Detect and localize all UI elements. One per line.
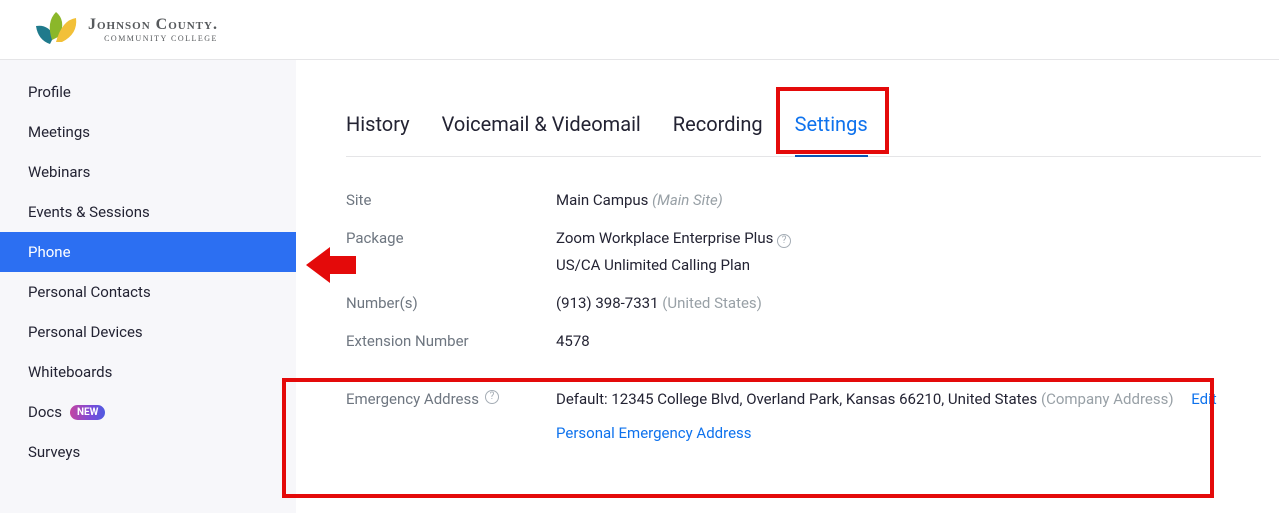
sidebar-item-label: Personal Devices [28,323,143,341]
sidebar-item-label: Profile [28,83,71,101]
logo-title: Johnson County. [88,17,218,33]
sidebar-item-personal-devices[interactable]: Personal Devices [0,312,296,352]
number-region: (United States) [662,294,762,312]
package-plan: Zoom Workplace Enterprise Plus [556,229,773,247]
annotation-arrow-icon [306,244,356,286]
sidebar-item-label: Surveys [28,443,80,461]
logo[interactable]: Johnson County. COMMUNITY COLLEGE [28,10,218,50]
tab-recording[interactable]: Recording [673,104,763,156]
sidebar-item-label: Phone [28,243,71,261]
sidebar-item-profile[interactable]: Profile [0,72,296,112]
sidebar: Profile Meetings Webinars Events & Sessi… [0,60,296,513]
tab-label: Recording [673,112,763,136]
sidebar-item-meetings[interactable]: Meetings [0,112,296,152]
help-icon[interactable]: ? [777,234,791,248]
body: Profile Meetings Webinars Events & Sessi… [0,60,1279,513]
row-extension: Extension Number 4578 [346,322,1261,360]
value-numbers: (913) 398-7331 (United States) [556,294,762,312]
row-numbers: Number(s) (913) 398-7331 (United States) [346,284,1261,322]
sidebar-item-label: Meetings [28,123,90,141]
site-name: Main Campus [556,191,648,209]
tab-history[interactable]: History [346,104,410,156]
sidebar-item-label: Events & Sessions [28,203,150,221]
sidebar-item-whiteboards[interactable]: Whiteboards [0,352,296,392]
sidebar-item-webinars[interactable]: Webinars [0,152,296,192]
tab-label: History [346,112,410,136]
header: Johnson County. COMMUNITY COLLEGE [0,0,1279,60]
annotation-box-emergency-address [282,378,1214,498]
sidebar-item-label: Docs [28,403,62,421]
row-site: Site Main Campus (Main Site) [346,181,1261,219]
number: (913) 398-7331 [556,294,659,312]
logo-leaves-icon [28,10,80,50]
sidebar-item-phone[interactable]: Phone [0,232,296,272]
new-badge: NEW [70,405,105,420]
sidebar-item-label: Personal Contacts [28,283,151,301]
value-site: Main Campus (Main Site) [556,191,723,209]
label-site: Site [346,191,556,209]
label-numbers: Number(s) [346,294,556,312]
site-note: (Main Site) [652,191,723,209]
package-calling-plan: US/CA Unlimited Calling Plan [556,256,791,274]
value-extension: 4578 [556,332,590,350]
tab-label: Voicemail & Videomail [442,112,641,136]
tab-settings[interactable]: Settings [795,104,868,156]
tab-voicemail-videomail[interactable]: Voicemail & Videomail [442,104,641,156]
content: History Voicemail & Videomail Recording … [296,60,1279,513]
sidebar-item-docs[interactable]: Docs NEW [0,392,296,432]
sidebar-item-label: Whiteboards [28,363,112,381]
tab-label: Settings [795,112,868,136]
label-package: Package [346,229,556,274]
sidebar-item-events-sessions[interactable]: Events & Sessions [0,192,296,232]
sidebar-item-surveys[interactable]: Surveys [0,432,296,472]
sidebar-item-label: Webinars [28,163,90,181]
row-package: Package Zoom Workplace Enterprise Plus ?… [346,219,1261,284]
tabs: History Voicemail & Videomail Recording … [346,104,1261,157]
value-package: Zoom Workplace Enterprise Plus ? US/CA U… [556,229,791,274]
sidebar-item-personal-contacts[interactable]: Personal Contacts [0,272,296,312]
logo-subtitle: COMMUNITY COLLEGE [88,35,218,43]
label-extension: Extension Number [346,332,556,350]
logo-text: Johnson County. COMMUNITY COLLEGE [88,17,218,43]
